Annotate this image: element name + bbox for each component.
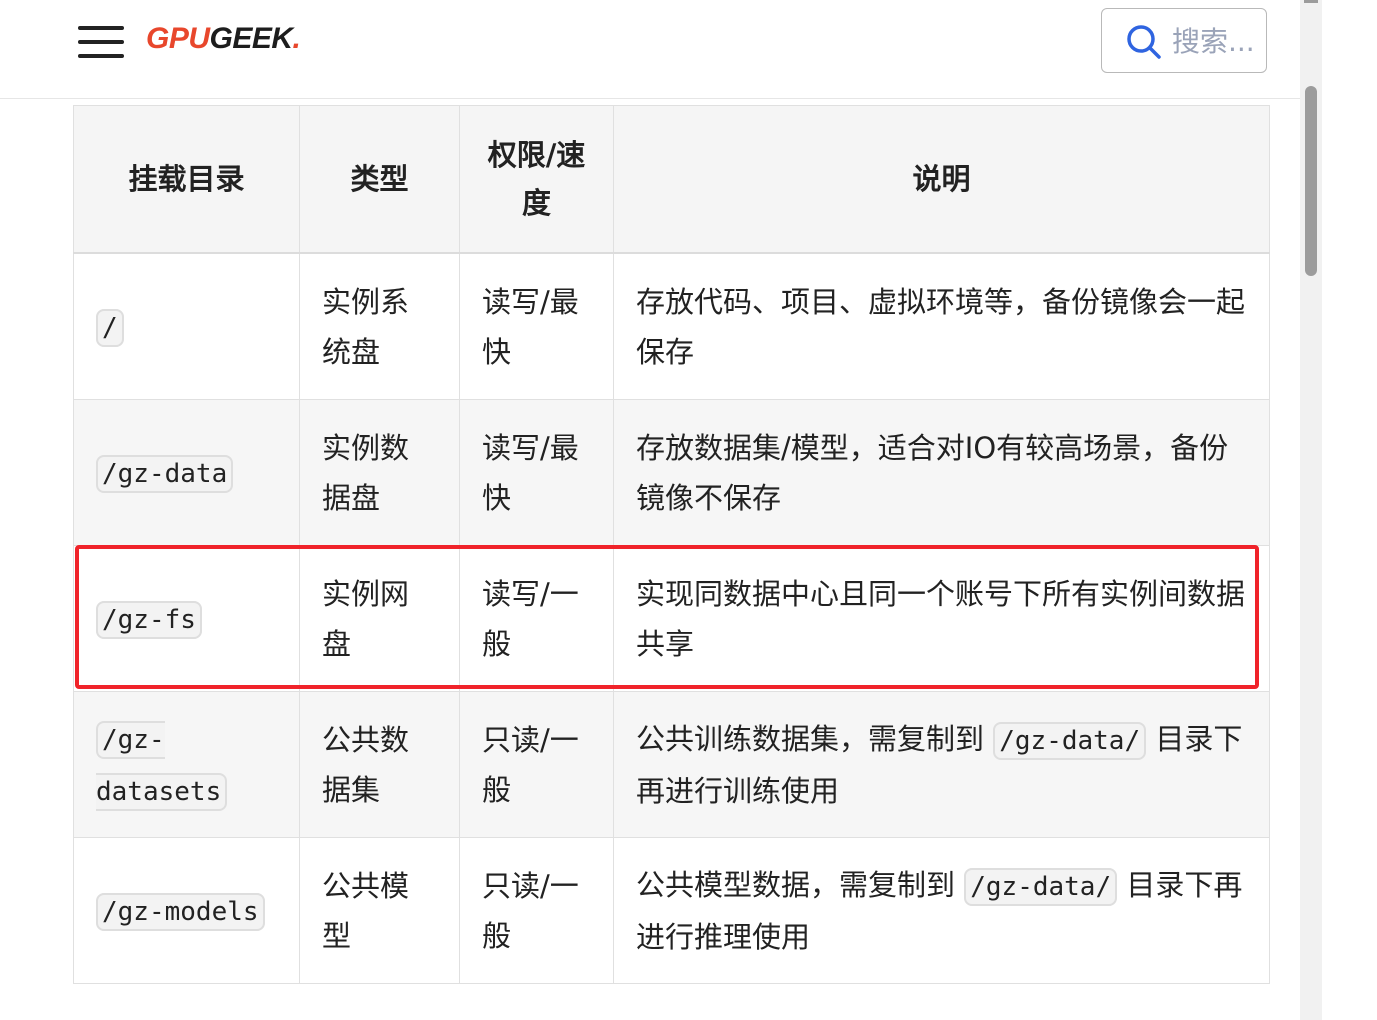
desc-text: 公共模型数据，需复制到 (636, 867, 956, 902)
header-type: 类型 (299, 105, 460, 254)
mount-directory-table: 挂载目录 类型 权限/速度 说明 / 实例系统盘 读写/最快 存放代码、项目、虚… (73, 105, 1270, 984)
table-row: / 实例系统盘 读写/最快 存放代码、项目、虚拟环境等，备份镜像会一起保存 (73, 252, 1270, 400)
type-cell: 实例数据盘 (299, 399, 460, 546)
desc-cell: 实现同数据中心且同一个账号下所有实例间数据共享 (613, 545, 1270, 692)
top-header: GPUGEEK. (0, 0, 1300, 99)
search-input[interactable] (1172, 19, 1264, 63)
table-header-row: 挂载目录 类型 权限/速度 说明 (73, 105, 1270, 254)
path-code: /gz-data (96, 454, 234, 493)
path-code: /gz-models (96, 892, 265, 931)
type-cell: 公共数据集 (299, 691, 460, 838)
search-icon (1127, 25, 1161, 59)
path-cell: /gz-data (73, 399, 300, 546)
type-cell: 实例网盘 (299, 545, 460, 692)
path-cell: /gz-fs (73, 545, 300, 692)
header-mount-dir: 挂载目录 (73, 105, 300, 254)
perm-cell: 读写/一般 (459, 545, 614, 692)
gpugeek-logo[interactable]: GPUGEEK. (146, 22, 301, 56)
scrollbar-thumb[interactable] (1305, 86, 1317, 276)
perm-cell: 读写/最快 (459, 399, 614, 546)
path-cell: / (73, 252, 300, 400)
desc-text: 公共训练数据集，需复制到 (636, 721, 985, 756)
table-row: /gz-datasets 公共数据集 只读/一般 公共训练数据集，需复制到 /g… (73, 691, 1270, 838)
desc-cell: 公共训练数据集，需复制到 /gz-data/ 目录下再进行训练使用 (613, 691, 1270, 838)
desc-cell: 公共模型数据，需复制到 /gz-data/ 目录下再进行推理使用 (613, 837, 1270, 984)
table-row: /gz-models 公共模型 只读/一般 公共模型数据，需复制到 /gz-da… (73, 837, 1270, 984)
table-row: /gz-data 实例数据盘 读写/最快 存放数据集/模型，适合对IO有较高场景… (73, 399, 1270, 546)
perm-cell: 读写/最快 (459, 252, 614, 400)
table-row-highlighted: /gz-fs 实例网盘 读写/一般 实现同数据中心且同一个账号下所有实例间数据共… (73, 545, 1270, 692)
desc-cell: 存放代码、项目、虚拟环境等，备份镜像会一起保存 (613, 252, 1270, 400)
inline-path-code: /gz-data/ (964, 867, 1118, 906)
path-cell: /gz-datasets (73, 691, 300, 838)
type-cell: 公共模型 (299, 837, 460, 984)
perm-cell: 只读/一般 (459, 691, 614, 838)
header-permission-speed: 权限/速度 (459, 105, 614, 254)
path-code: /gz-fs (96, 600, 202, 639)
header-description: 说明 (613, 105, 1270, 254)
scrollbar-top-indicator (1304, 0, 1318, 3)
path-code: /gz-datasets (96, 720, 228, 811)
hamburger-menu-icon[interactable] (78, 24, 124, 60)
desc-cell: 存放数据集/模型，适合对IO有较高场景，备份镜像不保存 (613, 399, 1270, 546)
perm-cell: 只读/一般 (459, 837, 614, 984)
inline-path-code: /gz-data/ (993, 721, 1147, 760)
search-box[interactable] (1101, 8, 1267, 73)
path-code: / (96, 308, 124, 347)
type-cell: 实例系统盘 (299, 252, 460, 400)
path-cell: /gz-models (73, 837, 300, 984)
